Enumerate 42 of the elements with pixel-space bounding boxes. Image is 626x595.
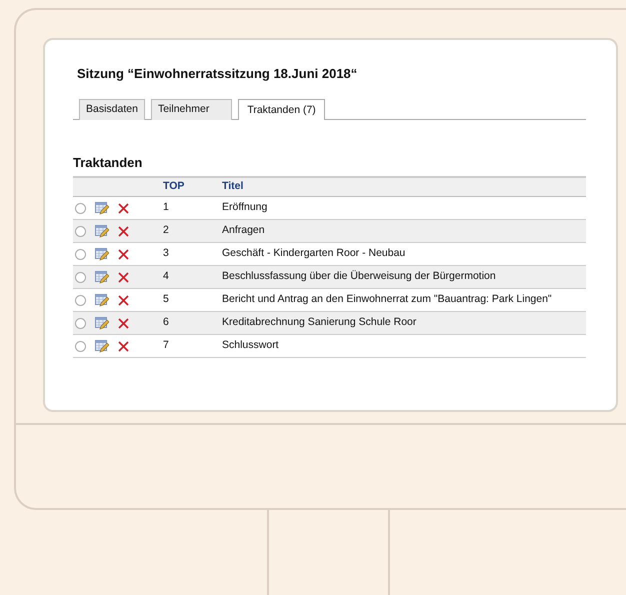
section-title: Traktanden <box>73 154 144 172</box>
column-header: TOP <box>163 180 184 192</box>
table-cell: Bericht und Antrag an den Einwohnerrat zum "Bauantrag: Park Lingen" <box>222 293 552 306</box>
table-cell: 3 <box>163 247 169 260</box>
delete-icon[interactable] <box>118 294 129 306</box>
delete-icon[interactable] <box>118 272 129 283</box>
tab[interactable]: Traktanden (7) <box>238 98 325 120</box>
table-cell: 7 <box>163 339 169 352</box>
tab[interactable]: Basisdaten <box>79 98 145 120</box>
delete-icon[interactable] <box>118 340 129 352</box>
delete-icon[interactable] <box>118 202 129 214</box>
radio-button[interactable] <box>75 226 86 237</box>
table-cell: Anfragen <box>222 224 265 236</box>
radio-button[interactable] <box>75 340 86 352</box>
table-cell: Beschlussfassung über die Überweisung der Bürgermotion <box>222 270 496 282</box>
table-cell: 5 <box>163 293 169 306</box>
edit-icon[interactable] <box>95 270 109 284</box>
table-cell: Eröffnung <box>222 201 268 214</box>
table-cell: 6 <box>163 316 169 328</box>
edit-icon[interactable] <box>95 202 109 215</box>
table-cell: 4 <box>163 270 169 282</box>
radio-button[interactable] <box>75 272 86 283</box>
edit-icon[interactable] <box>95 224 109 238</box>
table-cell: Schlusswort <box>222 339 279 352</box>
edit-icon[interactable] <box>95 294 109 307</box>
edit-icon[interactable] <box>95 316 109 330</box>
tab[interactable]: Teilnehmer <box>150 98 232 120</box>
page-title: Sitzung “Einwohnerratssitzung 18.Juni 2018“ <box>77 66 358 82</box>
radio-button[interactable] <box>75 202 86 214</box>
radio-button[interactable] <box>75 318 86 329</box>
edit-icon[interactable] <box>95 248 109 261</box>
column-header: Titel <box>222 180 244 192</box>
delete-icon[interactable] <box>118 226 129 237</box>
radio-button[interactable] <box>75 294 86 306</box>
table-cell: Kreditabrechnung Sanierung Schule Roor <box>222 316 416 328</box>
radio-button[interactable] <box>75 248 86 260</box>
table-cell: 1 <box>163 201 169 214</box>
delete-icon[interactable] <box>118 248 129 260</box>
table-cell: Geschäft - Kindergarten Roor - Neubau <box>222 247 406 260</box>
delete-icon[interactable] <box>118 318 129 329</box>
table-cell: 2 <box>163 224 169 236</box>
edit-icon[interactable] <box>95 340 109 353</box>
